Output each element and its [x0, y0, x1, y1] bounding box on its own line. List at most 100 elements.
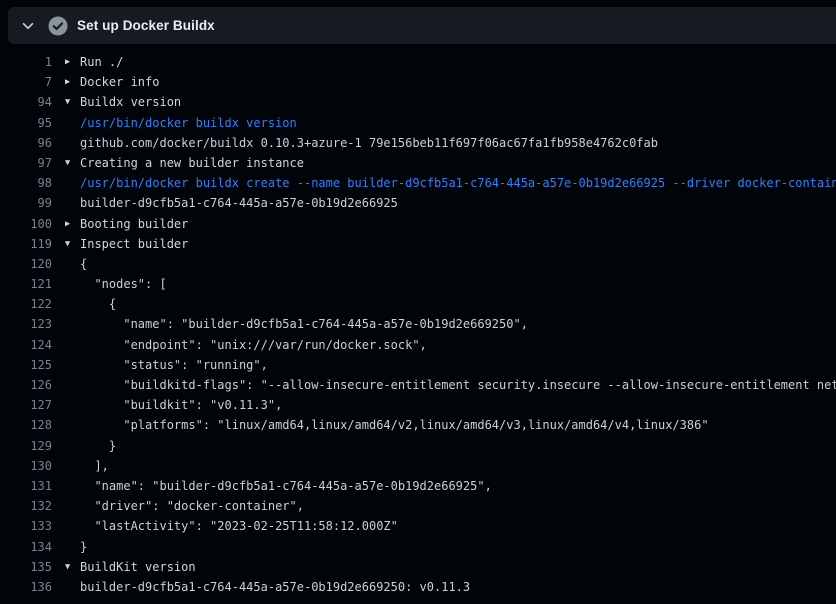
indent-spacer: [65, 274, 80, 294]
log-text: "name": "builder-d9cfb5a1-c764-445a-a57e…: [80, 314, 528, 334]
line-number-link[interactable]: 127: [0, 395, 52, 415]
indent-spacer: [65, 476, 80, 496]
indent-spacer: [65, 516, 80, 536]
indent-spacer: [65, 375, 80, 395]
log-line: 128 "platforms": "linux/amd64,linux/amd6…: [0, 415, 836, 435]
log-line: 123 "name": "builder-d9cfb5a1-c764-445a-…: [0, 314, 836, 334]
line-number-link[interactable]: 136: [0, 577, 52, 597]
line-number-link[interactable]: 94: [0, 92, 52, 112]
log-line: 134}: [0, 537, 836, 557]
line-number-link[interactable]: 99: [0, 193, 52, 213]
log-line: 98/usr/bin/docker buildx create --name b…: [0, 173, 836, 193]
line-number-link[interactable]: 135: [0, 557, 52, 577]
log-text: "buildkitd-flags": "--allow-insecure-ent…: [80, 375, 836, 395]
log-line: 125 "status": "running",: [0, 355, 836, 375]
log-line: 133 "lastActivity": "2023-02-25T11:58:12…: [0, 516, 836, 536]
line-number-link[interactable]: 120: [0, 254, 52, 274]
line-number-link[interactable]: 7: [0, 72, 52, 92]
chevron-down-icon: [21, 19, 35, 33]
step-header[interactable]: Set up Docker Buildx: [8, 7, 836, 44]
collapse-group-icon: ▼: [65, 153, 80, 173]
line-number-link[interactable]: 121: [0, 274, 52, 294]
expand-group-icon: ▶: [65, 72, 80, 92]
line-number-link[interactable]: 128: [0, 415, 52, 435]
log-text: "platforms": "linux/amd64,linux/amd64/v2…: [80, 415, 709, 435]
indent-spacer: [65, 496, 80, 516]
log-line: 124 "endpoint": "unix:///var/run/docker.…: [0, 335, 836, 355]
log-group-line[interactable]: 94 ▼Buildx version: [0, 92, 836, 112]
expand-group-icon: ▶: [65, 214, 80, 234]
log-line: 96 github.com/docker/buildx 0.10.3+azure-…: [0, 133, 836, 153]
log-text: github.com/docker/buildx 0.10.3+azure-1 …: [80, 133, 658, 153]
line-number-link[interactable]: 125: [0, 355, 52, 375]
indent-spacer: [65, 133, 80, 153]
line-number-link[interactable]: 1: [0, 52, 52, 72]
line-number-link[interactable]: 131: [0, 476, 52, 496]
line-number-link[interactable]: 129: [0, 436, 52, 456]
log-text: "lastActivity": "2023-02-25T11:58:12.000…: [80, 516, 398, 536]
log-group-line[interactable]: 7 ▶Docker info: [0, 72, 836, 92]
log-group-line[interactable]: 97▼Creating a new builder instance: [0, 153, 836, 173]
log-group-line[interactable]: 119 ▼Inspect builder: [0, 234, 836, 254]
collapse-group-icon: ▼: [65, 234, 80, 254]
log-group-line[interactable]: 100▶Booting builder: [0, 214, 836, 234]
log-group-line[interactable]: 1 ▶Run ./: [0, 52, 836, 72]
log-text: "status": "running",: [80, 355, 268, 375]
log-line: 99 builder-d9cfb5a1-c764-445a-a57e-0b19d2…: [0, 193, 836, 213]
log-line: 136 builder-d9cfb5a1-c764-445a-a57e-0b19d…: [0, 577, 836, 597]
indent-spacer: [65, 577, 80, 597]
line-number-link[interactable]: 126: [0, 375, 52, 395]
check-circle-icon: [48, 16, 68, 36]
line-number-link[interactable]: 123: [0, 314, 52, 334]
line-number-link[interactable]: 95: [0, 113, 52, 133]
line-number-link[interactable]: 97: [0, 153, 52, 173]
log-line: 130 ],: [0, 456, 836, 476]
line-number-link[interactable]: 96: [0, 133, 52, 153]
log-line: 121 "nodes": [: [0, 274, 836, 294]
indent-spacer: [65, 537, 80, 557]
line-number-link[interactable]: 130: [0, 456, 52, 476]
log-text: "endpoint": "unix:///var/run/docker.sock…: [80, 335, 427, 355]
log-text: "name": "builder-d9cfb5a1-c764-445a-a57e…: [80, 476, 492, 496]
log-text: "buildkit": "v0.11.3",: [80, 395, 282, 415]
line-number-link[interactable]: 122: [0, 294, 52, 314]
log-line: 127 "buildkit": "v0.11.3",: [0, 395, 836, 415]
log-text: builder-d9cfb5a1-c764-445a-a57e-0b19d2e6…: [80, 193, 398, 213]
log-line: 122 {: [0, 294, 836, 314]
line-number-link[interactable]: 124: [0, 335, 52, 355]
line-number-link[interactable]: 100: [0, 214, 52, 234]
line-number-link[interactable]: 134: [0, 537, 52, 557]
log-text: builder-d9cfb5a1-c764-445a-a57e-0b19d2e6…: [80, 577, 470, 597]
line-number-link[interactable]: 98: [0, 173, 52, 193]
log-text: {: [80, 254, 87, 274]
log-text: "nodes": [: [80, 274, 167, 294]
collapse-group-icon: ▼: [65, 557, 80, 577]
group-title: Buildx version: [80, 92, 181, 112]
indent-spacer: [65, 173, 80, 193]
log-text: /usr/bin/docker buildx create --name bui…: [80, 173, 836, 193]
line-number-link[interactable]: 119: [0, 234, 52, 254]
line-number-link[interactable]: 132: [0, 496, 52, 516]
group-title: Run ./: [80, 52, 123, 72]
log-text: "driver": "docker-container",: [80, 496, 304, 516]
log-group-line[interactable]: 135▼BuildKit version: [0, 557, 836, 577]
indent-spacer: [65, 436, 80, 456]
log-line: 126 "buildkitd-flags": "--allow-insecure…: [0, 375, 836, 395]
indent-spacer: [65, 355, 80, 375]
indent-spacer: [65, 335, 80, 355]
log-lines: 1▶Run ./7▶Docker info94▼Buildx version95…: [0, 52, 836, 597]
indent-spacer: [65, 415, 80, 435]
collapse-group-icon: ▼: [65, 92, 80, 112]
log-text: ],: [80, 456, 109, 476]
indent-spacer: [65, 254, 80, 274]
log-line: 120 {: [0, 254, 836, 274]
group-title: Inspect builder: [80, 234, 188, 254]
log-line: 129 }: [0, 436, 836, 456]
log-line: 95/usr/bin/docker buildx version: [0, 113, 836, 133]
line-number-link[interactable]: 133: [0, 516, 52, 536]
group-title: Docker info: [80, 72, 159, 92]
log-line: 131 "name": "builder-d9cfb5a1-c764-445a-…: [0, 476, 836, 496]
indent-spacer: [65, 395, 80, 415]
step-title: Set up Docker Buildx: [77, 18, 215, 33]
expand-group-icon: ▶: [65, 52, 80, 72]
